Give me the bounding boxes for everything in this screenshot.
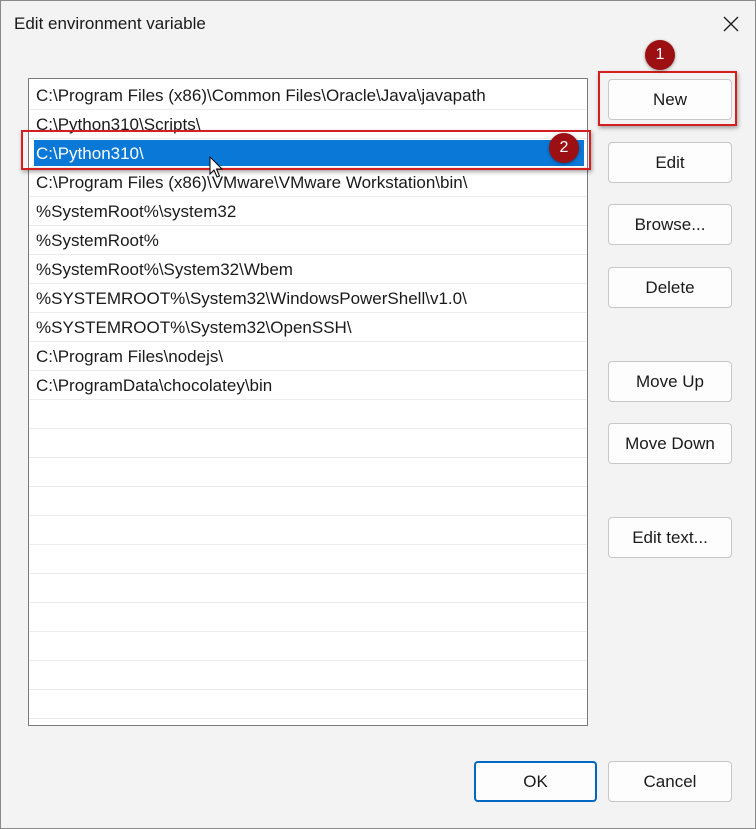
list-item[interactable]: C:\Program Files\nodejs\ xyxy=(29,342,587,371)
browse-button[interactable]: Browse... xyxy=(608,204,732,245)
list-item[interactable]: %SystemRoot%\System32\Wbem xyxy=(29,255,587,284)
close-icon xyxy=(723,16,739,32)
edit-env-variable-dialog: Edit environment variable C:\Program Fil… xyxy=(0,0,756,829)
list-item-text: %SYSTEMROOT%\System32\OpenSSH\ xyxy=(36,318,352,337)
ok-button[interactable]: OK xyxy=(474,761,597,802)
empty-list-row xyxy=(29,690,587,719)
list-item-text: C:\Program Files (x86)\VMware\VMware Wor… xyxy=(36,173,468,192)
annotation-badge-1: 1 xyxy=(645,40,675,70)
empty-list-row xyxy=(29,574,587,603)
path-list[interactable]: C:\Program Files (x86)\Common Files\Orac… xyxy=(28,78,588,726)
list-item-text: %SystemRoot%\System32\Wbem xyxy=(36,260,293,279)
title-bar: Edit environment variable xyxy=(1,1,755,47)
list-item-text: %SystemRoot%\system32 xyxy=(36,202,237,221)
edit-button[interactable]: Edit xyxy=(608,142,732,183)
edit-text-button[interactable]: Edit text... xyxy=(608,517,732,558)
list-item[interactable]: C:\Program Files (x86)\Common Files\Orac… xyxy=(29,81,587,110)
list-item-text: %SystemRoot% xyxy=(36,231,159,250)
empty-list-row xyxy=(29,487,587,516)
list-item[interactable]: %SYSTEMROOT%\System32\WindowsPowerShell\… xyxy=(29,284,587,313)
selected-row-callout xyxy=(21,130,591,170)
empty-list-row xyxy=(29,516,587,545)
empty-list-row xyxy=(29,632,587,661)
move-up-button[interactable]: Move Up xyxy=(608,361,732,402)
list-item[interactable]: %SystemRoot%\system32 xyxy=(29,197,587,226)
list-item[interactable]: %SYSTEMROOT%\System32\OpenSSH\ xyxy=(29,313,587,342)
window-title: Edit environment variable xyxy=(14,14,206,33)
list-item[interactable]: C:\Program Files (x86)\VMware\VMware Wor… xyxy=(29,168,587,197)
empty-list-row xyxy=(29,661,587,690)
list-item-text: C:\Program Files (x86)\Common Files\Orac… xyxy=(36,86,486,105)
list-item-text: %SYSTEMROOT%\System32\WindowsPowerShell\… xyxy=(36,289,467,308)
list-item[interactable]: C:\ProgramData\chocolatey\bin xyxy=(29,371,587,400)
empty-list-row xyxy=(29,603,587,632)
new-button-callout xyxy=(598,71,737,126)
mouse-pointer-icon xyxy=(209,156,224,178)
delete-button[interactable]: Delete xyxy=(608,267,732,308)
cancel-button[interactable]: Cancel xyxy=(608,761,732,802)
close-button[interactable] xyxy=(713,7,749,41)
list-item[interactable]: %SystemRoot% xyxy=(29,226,587,255)
empty-list-row xyxy=(29,545,587,574)
list-item-text: C:\Program Files\nodejs\ xyxy=(36,347,224,366)
list-item-text: C:\ProgramData\chocolatey\bin xyxy=(36,376,273,395)
empty-list-row xyxy=(29,400,587,429)
move-down-button[interactable]: Move Down xyxy=(608,423,732,464)
empty-list-row xyxy=(29,429,587,458)
annotation-badge-2: 2 xyxy=(549,133,579,163)
empty-list-row xyxy=(29,458,587,487)
